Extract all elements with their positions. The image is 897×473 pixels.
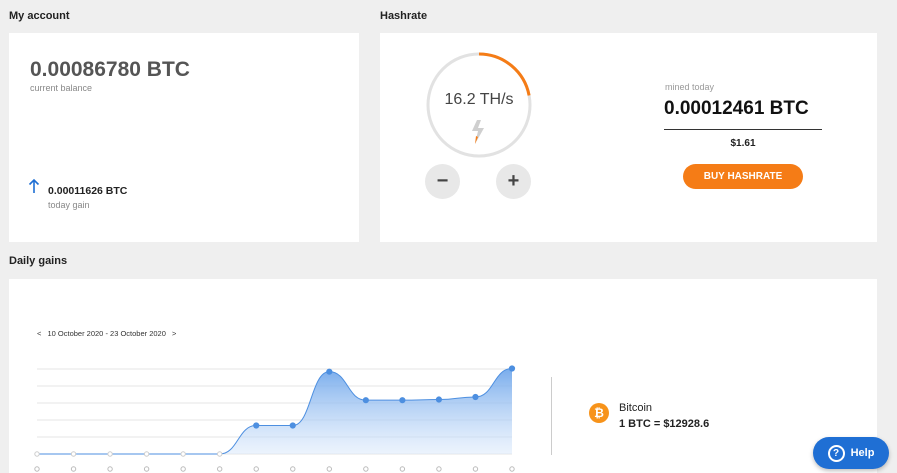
account-card: 0.00086780 BTC current balance 0.0001162… (9, 33, 359, 242)
x-axis-tick (143, 466, 150, 472)
chart-point[interactable] (508, 365, 516, 372)
chart-point[interactable] (34, 451, 40, 457)
x-axis-tick (253, 466, 259, 472)
chart-point[interactable] (70, 451, 77, 457)
chart-point[interactable] (107, 451, 113, 457)
coin-name: Bitcoin (619, 402, 653, 414)
current-balance-label: current balance (30, 83, 93, 93)
decrease-hashrate-button[interactable]: − (425, 164, 460, 199)
x-axis-tick (509, 466, 515, 472)
x-axis-tick (399, 466, 406, 472)
gauge-progress-arc (478, 52, 531, 96)
x-axis-tick (472, 466, 479, 472)
coin-price: 1 BTC = $12928.6 (619, 418, 710, 430)
increase-hashrate-button[interactable]: + (496, 164, 531, 199)
mined-divider (664, 129, 822, 130)
chart-point[interactable] (253, 422, 260, 429)
chart-point[interactable] (289, 422, 296, 429)
daily-gains-card: < 10 October 2020 - 23 October 2020 > ₿ … (9, 279, 877, 473)
arrow-up-icon (28, 178, 40, 193)
buy-hashrate-button[interactable]: BUY HASHRATE (683, 164, 803, 189)
x-axis-tick (107, 466, 113, 472)
x-axis-tick (326, 466, 333, 472)
question-icon: ? (827, 444, 845, 462)
chart-point[interactable] (143, 451, 150, 457)
chart-point[interactable] (435, 396, 443, 403)
x-axis-tick (34, 466, 40, 472)
hashrate-value: 16.2 TH/s (444, 91, 514, 108)
current-balance: 0.00086780 BTC (30, 58, 190, 81)
chart-divider (551, 377, 552, 455)
x-axis-tick (70, 466, 77, 472)
hashrate-title: Hashrate (380, 10, 428, 22)
bitcoin-icon: ₿ (589, 403, 609, 423)
x-axis-tick (180, 466, 186, 472)
help-button[interactable]: ? Help (813, 437, 889, 469)
chart-point[interactable] (326, 368, 333, 375)
today-gain-value: 0.00011626 BTC (48, 185, 128, 197)
chart-point[interactable] (362, 397, 369, 404)
chart-point[interactable] (216, 451, 223, 457)
daily-gains-title: Daily gains (9, 255, 68, 267)
chart-point[interactable] (399, 397, 406, 404)
x-axis-tick (363, 466, 369, 472)
x-axis-tick (436, 466, 442, 472)
hashrate-card: 16.2 TH/s − + mined today 0.00012461 BTC… (380, 33, 877, 242)
mined-today-label: mined today (665, 82, 715, 92)
daily-gains-chart (34, 365, 516, 472)
lightning-bolt-icon (472, 120, 484, 144)
x-axis-tick (216, 466, 223, 472)
today-gain-label: today gain (48, 200, 90, 210)
my-account-title: My account (9, 10, 70, 22)
x-axis-tick (290, 466, 296, 472)
chart-area (37, 368, 512, 454)
mined-today-usd: $1.61 (730, 138, 756, 149)
chart-point[interactable] (180, 451, 186, 457)
chart-point[interactable] (472, 393, 479, 401)
mined-today-value: 0.00012461 BTC (664, 98, 809, 119)
help-label: Help (850, 447, 875, 459)
